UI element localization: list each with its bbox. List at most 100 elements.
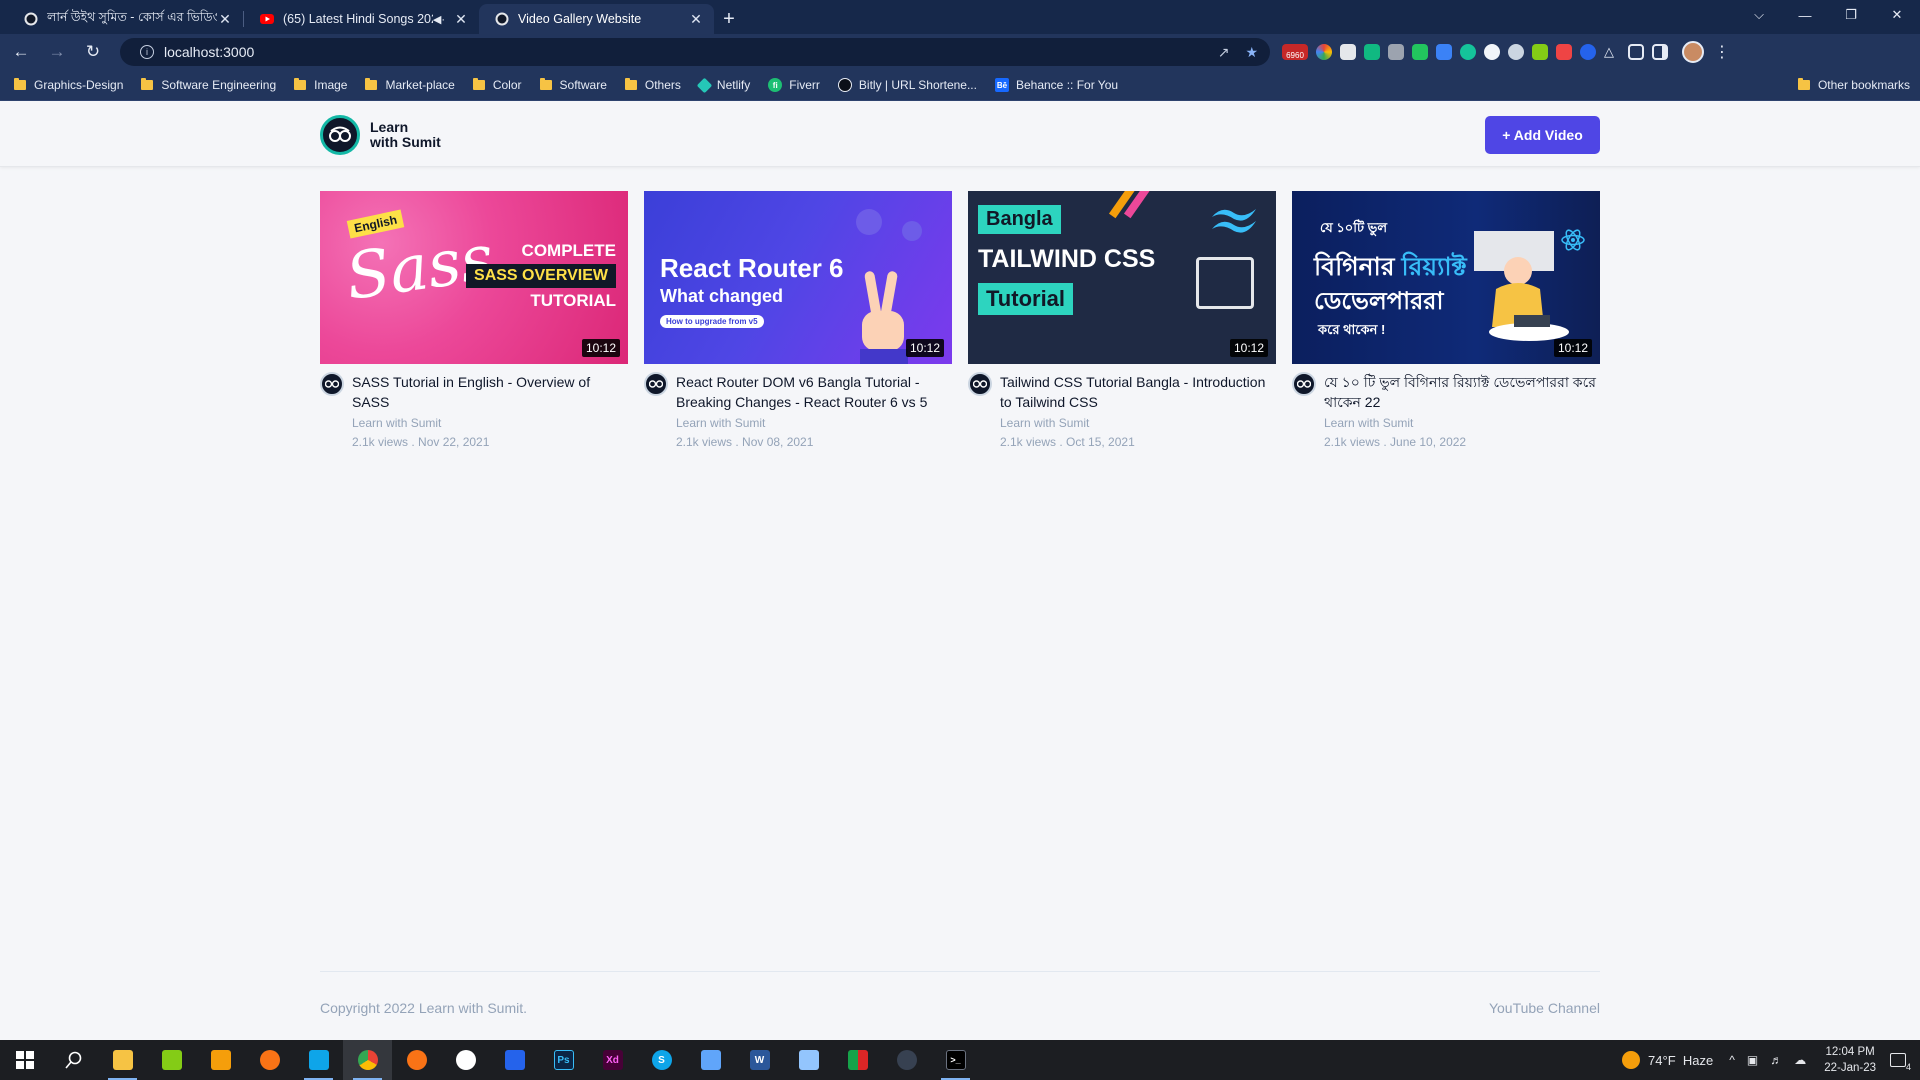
- tab-audio-icon[interactable]: ◀·: [433, 13, 445, 26]
- close-window-icon[interactable]: ✕: [1874, 0, 1920, 30]
- tab-search-icon[interactable]: ⌵: [1736, 0, 1782, 30]
- app-red-green-icon[interactable]: [833, 1040, 882, 1080]
- browser-tab[interactable]: (65) Latest Hindi Songs 2022 ◀· ✕: [244, 4, 479, 34]
- terminal-icon[interactable]: >_: [931, 1040, 980, 1080]
- video-card[interactable]: Bangla TAILWIND CSS Tutorial 10:12 Tailw…: [968, 191, 1276, 449]
- video-author[interactable]: Learn with Sumit: [1000, 416, 1276, 430]
- notepad-icon[interactable]: [147, 1040, 196, 1080]
- volume-icon[interactable]: ♬: [1770, 1053, 1782, 1067]
- reading-list-icon[interactable]: [1628, 44, 1644, 60]
- screenshot-icon[interactable]: [1340, 44, 1356, 60]
- video-title[interactable]: Tailwind CSS Tutorial Bangla - Introduct…: [1000, 372, 1276, 412]
- record-icon[interactable]: [1484, 44, 1500, 60]
- inkscape-icon[interactable]: [882, 1040, 931, 1080]
- skype-icon[interactable]: S: [637, 1040, 686, 1080]
- forward-icon[interactable]: →: [42, 37, 72, 67]
- firefox-icon[interactable]: [392, 1040, 441, 1080]
- video-author[interactable]: Learn with Sumit: [352, 416, 628, 430]
- video-title[interactable]: SASS Tutorial in English - Overview of S…: [352, 372, 628, 412]
- bookmark-folder[interactable]: Graphics-Design: [14, 78, 123, 92]
- powershell-icon[interactable]: [490, 1040, 539, 1080]
- bookmark-folder[interactable]: Color: [472, 78, 522, 92]
- address-bar[interactable]: i localhost:3000 ↗ ★: [120, 38, 1270, 66]
- share-icon[interactable]: ↗: [1218, 44, 1230, 61]
- tab-close-icon[interactable]: ✕: [688, 11, 704, 28]
- channel-avatar[interactable]: [644, 372, 668, 396]
- postman-icon[interactable]: [245, 1040, 294, 1080]
- bookmark-folder[interactable]: Software Engineering: [141, 78, 276, 92]
- video-title[interactable]: যে ১০ টি ভুল বিগিনার রিয়্যাক্ট ডেভেলপার…: [1324, 372, 1600, 412]
- add-video-button[interactable]: + Add Video: [1485, 116, 1600, 154]
- notes-icon[interactable]: [784, 1040, 833, 1080]
- bookmark-link[interactable]: Netlify: [696, 77, 750, 93]
- reload-icon[interactable]: ↻: [78, 37, 108, 67]
- other-bookmarks[interactable]: Other bookmarks: [1797, 78, 1910, 92]
- tab-close-icon[interactable]: ✕: [453, 11, 469, 28]
- video-card[interactable]: React Router 6 What changed How to upgra…: [644, 191, 952, 449]
- notification-icon[interactable]: 4: [1890, 1053, 1911, 1072]
- browser-tab-active[interactable]: Video Gallery Website ✕: [479, 4, 714, 34]
- sublime-text-icon[interactable]: [196, 1040, 245, 1080]
- video-title[interactable]: React Router DOM v6 Bangla Tutorial - Br…: [676, 372, 952, 412]
- puzzle-icon[interactable]: △: [1604, 44, 1620, 60]
- browser-tab[interactable]: লার্ন উইথ সুমিত - কোর্স এর ভিডিও ✕: [8, 4, 243, 34]
- file-explorer-icon[interactable]: [98, 1040, 147, 1080]
- weather-text[interactable]: 74°F Haze: [1648, 1053, 1713, 1068]
- video-thumbnail[interactable]: Bangla TAILWIND CSS Tutorial 10:12: [968, 191, 1276, 364]
- extension-badge-icon[interactable]: 6960: [1282, 44, 1308, 60]
- restore-icon[interactable]: ❐: [1828, 0, 1874, 30]
- sync-icon[interactable]: [1580, 44, 1596, 60]
- shield-icon[interactable]: [1412, 44, 1428, 60]
- search-icon[interactable]: [49, 1040, 98, 1080]
- video-thumbnail[interactable]: English Sass COMPLETE SASS OVERVIEW TUTO…: [320, 191, 628, 364]
- new-tab-button[interactable]: +: [714, 4, 744, 34]
- word-icon[interactable]: W: [735, 1040, 784, 1080]
- camera-icon[interactable]: [1388, 44, 1404, 60]
- channel-avatar[interactable]: [968, 372, 992, 396]
- folder-app-icon[interactable]: [686, 1040, 735, 1080]
- video-author[interactable]: Learn with Sumit: [1324, 416, 1600, 430]
- vscode-icon[interactable]: [294, 1040, 343, 1080]
- clock[interactable]: 12:04 PM 22-Jan-23: [1824, 1044, 1876, 1076]
- translate-icon[interactable]: [1436, 44, 1452, 60]
- url-text[interactable]: localhost:3000: [164, 44, 1202, 60]
- color-picker-icon[interactable]: [1316, 44, 1332, 60]
- menu-kebab-icon[interactable]: ⋮: [1714, 42, 1730, 62]
- bookmark-link[interactable]: Bē Behance :: For You: [994, 78, 1118, 92]
- video-card[interactable]: যে ১০টি ভুল বিগিনার রিয়্যাক্ট ডেভেলপারর…: [1292, 191, 1600, 449]
- network-icon[interactable]: ▣: [1747, 1053, 1758, 1067]
- channel-avatar[interactable]: [1292, 372, 1316, 396]
- site-info-icon[interactable]: i: [140, 45, 154, 59]
- mongodb-compass-icon[interactable]: [441, 1040, 490, 1080]
- video-card[interactable]: English Sass COMPLETE SASS OVERVIEW TUTO…: [320, 191, 628, 449]
- chevron-up-icon[interactable]: ^: [1729, 1053, 1735, 1067]
- bookmark-link[interactable]: fi Fiverr: [768, 78, 820, 92]
- red-extension-icon[interactable]: [1556, 44, 1572, 60]
- video-thumbnail[interactable]: যে ১০টি ভুল বিগিনার রিয়্যাক্ট ডেভেলপারর…: [1292, 191, 1600, 364]
- chrome-icon[interactable]: [343, 1040, 392, 1080]
- bookmark-folder[interactable]: Others: [624, 78, 681, 92]
- globe-icon[interactable]: [1508, 44, 1524, 60]
- bookmark-star-icon[interactable]: ★: [1245, 44, 1258, 61]
- edit-extension-icon[interactable]: [1532, 44, 1548, 60]
- site-logo[interactable]: Learn with Sumit: [320, 115, 441, 155]
- channel-avatar[interactable]: [320, 372, 344, 396]
- grammarly-icon[interactable]: [1460, 44, 1476, 60]
- video-author[interactable]: Learn with Sumit: [676, 416, 952, 430]
- profile-avatar[interactable]: [1682, 41, 1704, 63]
- bookmark-link[interactable]: Bitly | URL Shortene...: [837, 78, 977, 92]
- minimize-icon[interactable]: —: [1782, 0, 1828, 30]
- onedrive-icon[interactable]: ☁: [1794, 1053, 1806, 1067]
- arrow-extension-icon[interactable]: [1364, 44, 1380, 60]
- video-thumbnail[interactable]: React Router 6 What changed How to upgra…: [644, 191, 952, 364]
- bookmark-folder[interactable]: Market-place: [365, 78, 455, 92]
- adobe-xd-icon[interactable]: Xd: [588, 1040, 637, 1080]
- tab-close-icon[interactable]: ✕: [217, 11, 233, 28]
- side-panel-icon[interactable]: [1652, 44, 1668, 60]
- youtube-channel-link[interactable]: YouTube Channel: [1489, 1000, 1600, 1016]
- bookmark-folder[interactable]: Image: [294, 78, 347, 92]
- photoshop-icon[interactable]: Ps: [539, 1040, 588, 1080]
- bookmark-folder[interactable]: Software: [539, 78, 607, 92]
- start-button[interactable]: [0, 1040, 49, 1080]
- back-icon[interactable]: ←: [6, 37, 36, 67]
